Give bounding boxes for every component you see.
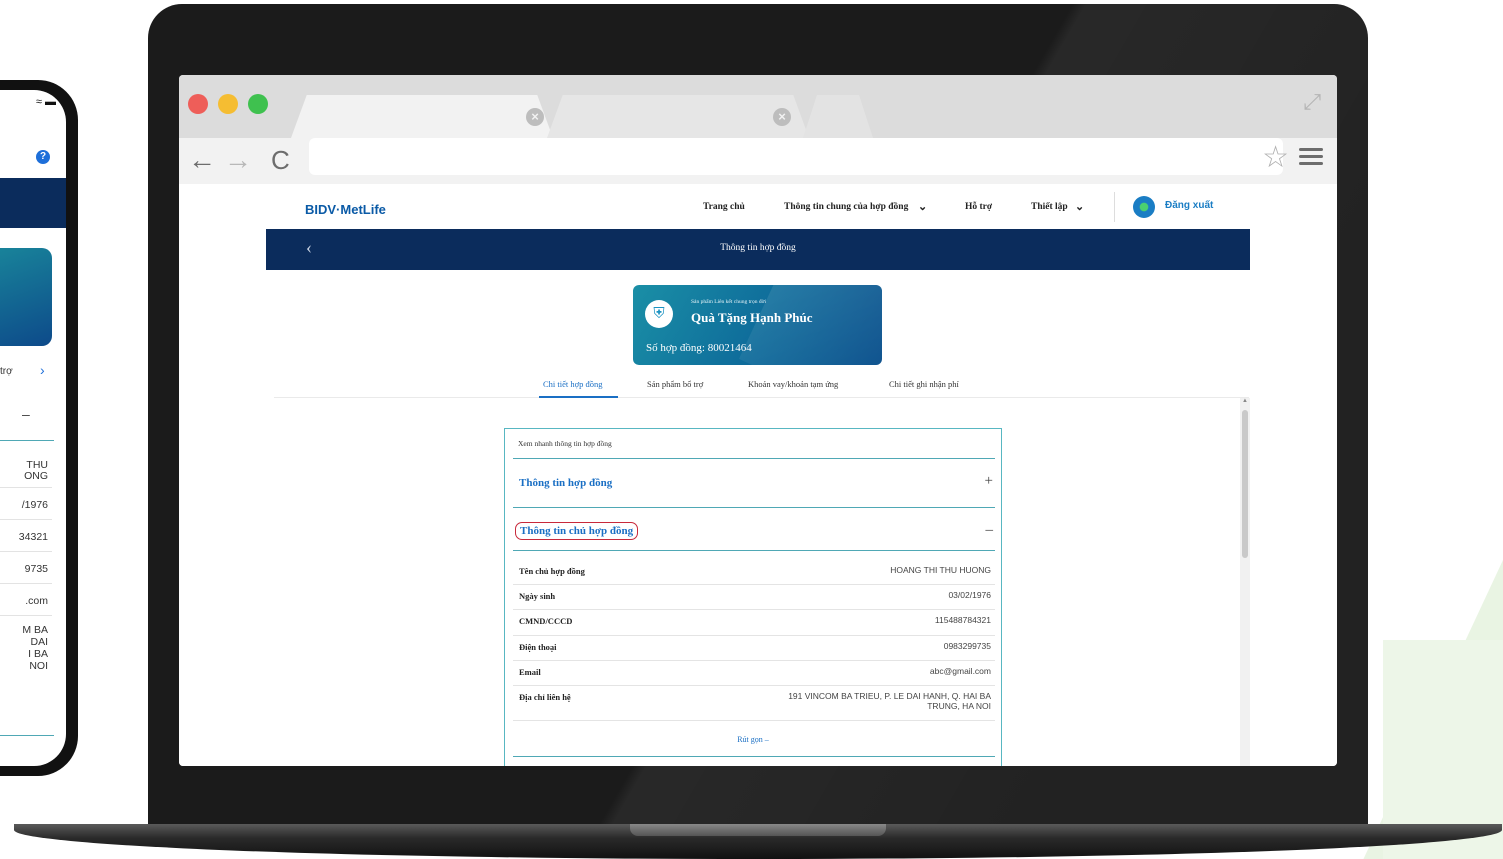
back-arrow-icon[interactable]: ← bbox=[188, 144, 216, 176]
nav-settings[interactable]: Thiết lập bbox=[1031, 202, 1068, 212]
scroll-thumb[interactable] bbox=[1242, 410, 1248, 558]
maximize-window-button[interactable] bbox=[248, 94, 268, 114]
panel-divider bbox=[513, 550, 995, 551]
info-value: abc@gmail.com bbox=[929, 666, 991, 676]
info-label: Ngày sinh bbox=[519, 591, 556, 601]
chevron-down-icon[interactable]: ⌄ bbox=[918, 200, 927, 213]
hamburger-menu-icon[interactable] bbox=[1299, 148, 1323, 166]
nav-home[interactable]: Trang chủ bbox=[703, 202, 745, 212]
help-icon[interactable]: ? bbox=[36, 150, 50, 164]
section-contract-info[interactable]: Thông tin hợp đồng bbox=[519, 477, 612, 489]
section-owner-info[interactable]: Thông tin chủ hợp đồng bbox=[515, 522, 639, 540]
info-label: Điện thoại bbox=[519, 642, 557, 652]
stage: ≈ ▬ ? trợ › – THU ONG /1976 34321 9735 .… bbox=[0, 0, 1503, 859]
phone-tab-label: trợ bbox=[0, 366, 13, 377]
phone-title-bar bbox=[0, 178, 66, 228]
nav-support[interactable]: Hỗ trợ bbox=[965, 202, 992, 212]
bookmark-star-icon[interactable]: ☆ bbox=[1262, 140, 1289, 176]
list-item: M BA DAI I BA NOI bbox=[22, 624, 48, 672]
expand-plus-icon[interactable]: + bbox=[985, 473, 993, 490]
close-tab-icon[interactable]: × bbox=[773, 108, 791, 126]
email-row: Email abc@gmail.com bbox=[513, 661, 995, 686]
phone-divider bbox=[0, 735, 54, 736]
browser-tab[interactable]: × bbox=[547, 95, 809, 138]
close-window-button[interactable] bbox=[188, 94, 208, 114]
nav-contract-info[interactable]: Thông tin chung của hợp đồng bbox=[784, 202, 908, 212]
phone-row: Điện thoại 0983299735 bbox=[513, 636, 995, 661]
product-subtitle: Sản phẩm Liên kết chung trọn đời bbox=[691, 299, 767, 305]
phone-divider bbox=[0, 440, 54, 441]
info-value: HOANG THI THU HUONG bbox=[890, 565, 991, 575]
contract-number: Số hợp đồng: 80021464 bbox=[646, 342, 752, 354]
laptop-screen: × × ⤢ ← → C ☆ BIDV·MetLife Trang chủ Thô… bbox=[179, 75, 1337, 766]
panel-heading: Xem nhanh thông tin hợp đồng bbox=[518, 439, 612, 448]
owner-name-row: Tên chủ hợp đồng HOANG THI THU HUONG bbox=[513, 560, 995, 585]
expand-icon[interactable]: ⤢ bbox=[1303, 89, 1321, 115]
phone-status-icons: ≈ ▬ bbox=[35, 96, 56, 108]
page-scrollbar[interactable]: ▲ bbox=[1240, 398, 1250, 766]
user-avatar-icon[interactable] bbox=[1133, 196, 1155, 218]
chevron-right-icon[interactable]: › bbox=[40, 362, 45, 378]
page-title-bar: ‹ Thông tin hợp đồng bbox=[266, 229, 1250, 270]
new-tab-button[interactable] bbox=[803, 95, 873, 138]
tab-riders[interactable]: Sản phẩm bổ trợ bbox=[647, 379, 703, 389]
list-item: THU ONG bbox=[0, 458, 52, 488]
minus-icon[interactable]: – bbox=[22, 406, 30, 422]
laptop-notch bbox=[630, 824, 886, 836]
close-tab-icon[interactable]: × bbox=[526, 108, 544, 126]
product-name: Quà Tặng Hạnh Phúc bbox=[691, 310, 813, 325]
address-row: Địa chỉ liên hệ 191 VINCOM BA TRIEU, P. … bbox=[513, 686, 995, 721]
info-label: Địa chỉ liên hệ bbox=[519, 692, 571, 702]
phone-product-card bbox=[0, 248, 52, 346]
contract-subtabs: Chi tiết hợp đồng Sản phẩm bổ trợ Khoản … bbox=[274, 372, 1249, 398]
info-value: 0983299735 bbox=[943, 641, 991, 651]
contract-summary-panel: Xem nhanh thông tin hợp đồng Thông tin h… bbox=[504, 428, 1002, 766]
address-bar[interactable] bbox=[309, 138, 1283, 175]
web-page: BIDV·MetLife Trang chủ Thông tin chung c… bbox=[179, 184, 1337, 766]
shield-icon: ⛨ bbox=[645, 300, 673, 328]
list-item: .com bbox=[0, 584, 52, 616]
info-label: Email bbox=[519, 667, 541, 677]
forward-arrow-icon[interactable]: → bbox=[224, 144, 252, 176]
phone-info-list: THU ONG /1976 34321 9735 .com M BA DAI I… bbox=[0, 458, 52, 672]
collapse-minus-icon[interactable]: – bbox=[986, 522, 994, 539]
browser-tab-strip: × × ⤢ bbox=[179, 75, 1337, 138]
info-label: Tên chủ hợp đồng bbox=[519, 566, 585, 576]
info-value: 03/02/1976 bbox=[948, 590, 991, 600]
collapse-link[interactable]: Rút gọn – bbox=[505, 735, 1001, 744]
page-title: Thông tin hợp đồng bbox=[720, 243, 796, 253]
tab-premium-records[interactable]: Chi tiết ghi nhận phí bbox=[889, 379, 959, 389]
reload-icon[interactable]: C bbox=[271, 144, 290, 176]
list-item: 34321 bbox=[0, 520, 52, 552]
browser-toolbar: ← → C ☆ bbox=[179, 138, 1337, 184]
logout-link[interactable]: Đăng xuất bbox=[1165, 200, 1213, 211]
info-label: CMND/CCCD bbox=[519, 616, 573, 626]
phone-screen: ≈ ▬ ? trợ › – THU ONG /1976 34321 9735 .… bbox=[0, 90, 66, 766]
phone-mockup: ≈ ▬ ? trợ › – THU ONG /1976 34321 9735 .… bbox=[0, 80, 78, 776]
scroll-up-icon[interactable]: ▲ bbox=[1242, 398, 1248, 404]
product-card: ⛨ Sản phẩm Liên kết chung trọn đời Quà T… bbox=[633, 285, 882, 365]
id-number-row: CMND/CCCD 115488784321 bbox=[513, 610, 995, 636]
tab-contract-details[interactable]: Chi tiết hợp đồng bbox=[543, 379, 603, 389]
chevron-down-icon[interactable]: ⌄ bbox=[1075, 200, 1084, 213]
bidv-metlife-logo[interactable]: BIDV·MetLife bbox=[305, 202, 386, 217]
active-tab-indicator bbox=[539, 396, 618, 398]
birth-date-row: Ngày sinh 03/02/1976 bbox=[513, 585, 995, 610]
info-value: 115488784321 bbox=[934, 615, 991, 625]
panel-divider bbox=[513, 756, 995, 757]
list-item: /1976 bbox=[0, 488, 52, 520]
minimize-window-button[interactable] bbox=[218, 94, 238, 114]
panel-divider bbox=[513, 458, 995, 459]
tab-loans[interactable]: Khoản vay/khoản tạm ứng bbox=[748, 379, 838, 389]
list-item: 9735 bbox=[0, 552, 52, 584]
panel-divider bbox=[513, 507, 995, 508]
info-value: 191 VINCOM BA TRIEU, P. LE DAI HANH, Q. … bbox=[788, 691, 991, 711]
nav-divider bbox=[1114, 192, 1115, 222]
browser-tab-active[interactable]: × bbox=[291, 95, 553, 138]
